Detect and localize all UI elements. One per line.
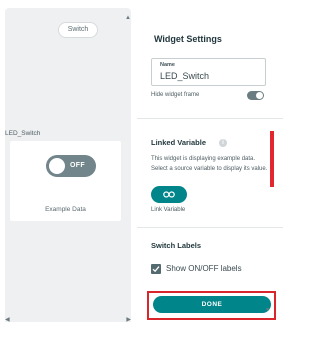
name-field-label: Name xyxy=(160,62,175,68)
linked-variable-description: This widget is displaying example data. … xyxy=(151,156,268,172)
linked-variable-title: Linked Variable xyxy=(151,138,207,147)
name-field[interactable]: Name LED_Switch xyxy=(151,58,266,86)
hide-frame-toggle[interactable] xyxy=(247,91,264,100)
chevron-down-icon[interactable]: ▼ xyxy=(265,307,270,313)
show-labels-text[interactable]: Show ON/OFF labels xyxy=(166,264,242,273)
link-variable-button[interactable] xyxy=(151,186,187,203)
done-button[interactable]: DONE xyxy=(153,296,271,313)
widget-settings-panel: Widget Settings Name LED_Switch Hide wid… xyxy=(137,14,283,324)
section-divider xyxy=(137,227,283,228)
checkmark-icon xyxy=(152,266,160,273)
switch-toggle[interactable]: OFF xyxy=(46,155,96,177)
chevron-up-icon[interactable]: ▲ xyxy=(125,15,131,21)
switch-labels-title: Switch Labels xyxy=(151,241,202,250)
name-field-value[interactable]: LED_Switch xyxy=(160,71,209,81)
toggle-state-label: OFF xyxy=(70,162,85,169)
section-divider xyxy=(137,118,283,119)
example-data-caption: Example Data xyxy=(45,206,86,213)
horizontal-scrollbar[interactable]: ◀ ▶ xyxy=(5,316,131,324)
widget-title: LED_Switch xyxy=(5,130,41,137)
link-icon xyxy=(163,191,175,198)
chevron-left-icon[interactable]: ◀ xyxy=(5,316,10,323)
link-variable-label: Link Variable xyxy=(151,207,186,213)
toggle-knob xyxy=(256,92,263,99)
info-icon[interactable]: i xyxy=(219,139,227,147)
widget-type-chip[interactable]: Switch xyxy=(58,22,98,38)
toggle-knob xyxy=(49,158,65,174)
show-labels-checkbox[interactable] xyxy=(151,264,161,274)
panel-title: Widget Settings xyxy=(154,34,222,44)
hide-frame-label: Hide widget frame xyxy=(151,92,200,98)
dashboard-canvas: Switch LED_Switch OFF Example Data xyxy=(5,8,131,322)
chevron-right-icon[interactable]: ▶ xyxy=(126,316,131,323)
